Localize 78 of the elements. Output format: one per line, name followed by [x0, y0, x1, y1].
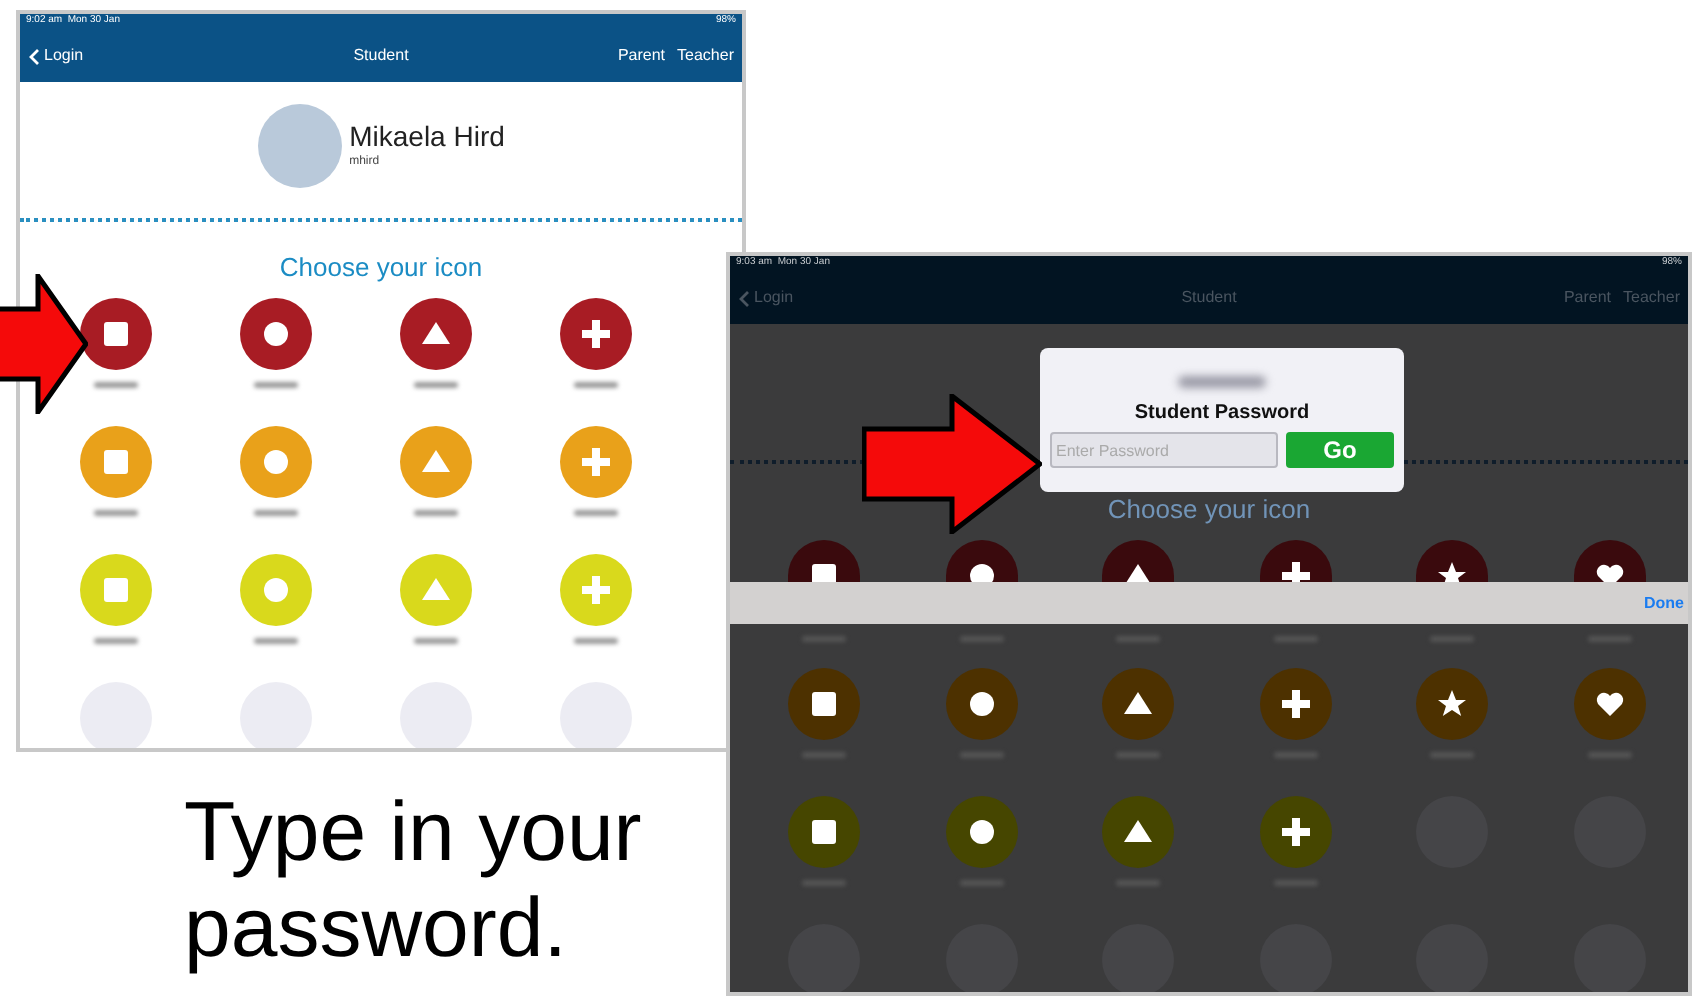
square-icon: [100, 574, 132, 606]
square-icon: [808, 816, 841, 848]
blurred-username: [94, 510, 138, 516]
icon-choice[interactable]: [1102, 668, 1175, 740]
triangle-icon: [420, 318, 452, 350]
plus-icon: [580, 318, 612, 350]
triangle-icon: [1122, 816, 1155, 848]
star-icon: [1436, 560, 1469, 584]
icon-choice[interactable]: [945, 668, 1018, 740]
blurred-username: [254, 510, 298, 516]
dialog-title: Student Password: [1134, 404, 1310, 424]
nav-title: Student: [353, 44, 409, 68]
circle-icon: [260, 574, 292, 606]
nav-title: Student: [1181, 286, 1237, 310]
icon-choice[interactable]: [240, 298, 312, 370]
square-icon: [100, 446, 132, 478]
back-button[interactable]: Login: [28, 44, 84, 68]
icon-choice[interactable]: [1102, 540, 1175, 584]
go-button[interactable]: Go: [1286, 432, 1394, 468]
heart-icon: [1593, 688, 1626, 720]
nav-link[interactable]: Parent: [1563, 286, 1612, 310]
circle-icon: [965, 816, 998, 848]
nav-link[interactable]: Parent: [617, 44, 666, 68]
plus-icon: [1279, 560, 1312, 584]
blurred-username: [574, 382, 618, 388]
icon-choice[interactable]: [1259, 796, 1332, 868]
plus-icon: [1279, 688, 1312, 720]
done-button[interactable]: Done: [1644, 591, 1684, 615]
blurred-username: [254, 382, 298, 388]
triangle-icon: [420, 574, 452, 606]
icon-choice[interactable]: [1416, 540, 1489, 584]
circle-icon: [965, 688, 998, 720]
circle-icon: [260, 446, 292, 478]
back-button[interactable]: Login: [738, 286, 794, 310]
icon-choice[interactable]: [560, 298, 632, 370]
blurred-username: [414, 382, 458, 388]
icon-choice[interactable]: [400, 298, 472, 370]
student-name: Mikaela Hird: [349, 119, 505, 155]
blurred-username: [1178, 376, 1266, 388]
avatar: [257, 104, 342, 188]
password-field[interactable]: Enter Password: [1050, 432, 1278, 468]
plus-icon: [580, 574, 612, 606]
chevron-left-icon: [28, 47, 40, 65]
nav-link[interactable]: Teacher: [1623, 286, 1680, 310]
blurred-username: [254, 638, 298, 644]
icon-choice[interactable]: [80, 298, 152, 370]
section-heading: Choose your icon: [279, 250, 483, 287]
icon-choice[interactable]: [788, 796, 861, 868]
circle-icon: [260, 318, 292, 350]
icon-choice[interactable]: [1573, 540, 1646, 584]
icon-choice[interactable]: [788, 540, 861, 584]
plus-icon: [580, 446, 612, 478]
icon-choice[interactable]: [1573, 668, 1646, 740]
triangle-icon: [1122, 688, 1155, 720]
icon-choice[interactable]: [788, 668, 861, 740]
square-icon: [100, 318, 132, 350]
blurred-username: [574, 638, 618, 644]
caption: Type in your password.: [184, 784, 642, 975]
blurred-username: [574, 510, 618, 516]
blurred-username: [94, 382, 138, 388]
heart-icon: [1593, 560, 1626, 584]
pointer-arrow: [0, 274, 88, 414]
star-icon: [1436, 688, 1469, 720]
icon-choice[interactable]: [1259, 668, 1332, 740]
icon-choice[interactable]: [945, 540, 1018, 584]
nav-link[interactable]: Teacher: [677, 44, 734, 68]
section-heading: Choose your icon: [1107, 492, 1311, 529]
icon-choice[interactable]: [1416, 668, 1489, 740]
chevron-left-icon: [738, 289, 750, 307]
blurred-username: [414, 510, 458, 516]
square-icon: [808, 688, 841, 720]
blurred-username: [414, 638, 458, 644]
plus-icon: [1279, 816, 1312, 848]
blurred-username: [94, 638, 138, 644]
icon-choice[interactable]: [1259, 540, 1332, 584]
triangle-icon: [420, 446, 452, 478]
icon-choice[interactable]: [1102, 796, 1175, 868]
icon-choice[interactable]: [945, 796, 1018, 868]
